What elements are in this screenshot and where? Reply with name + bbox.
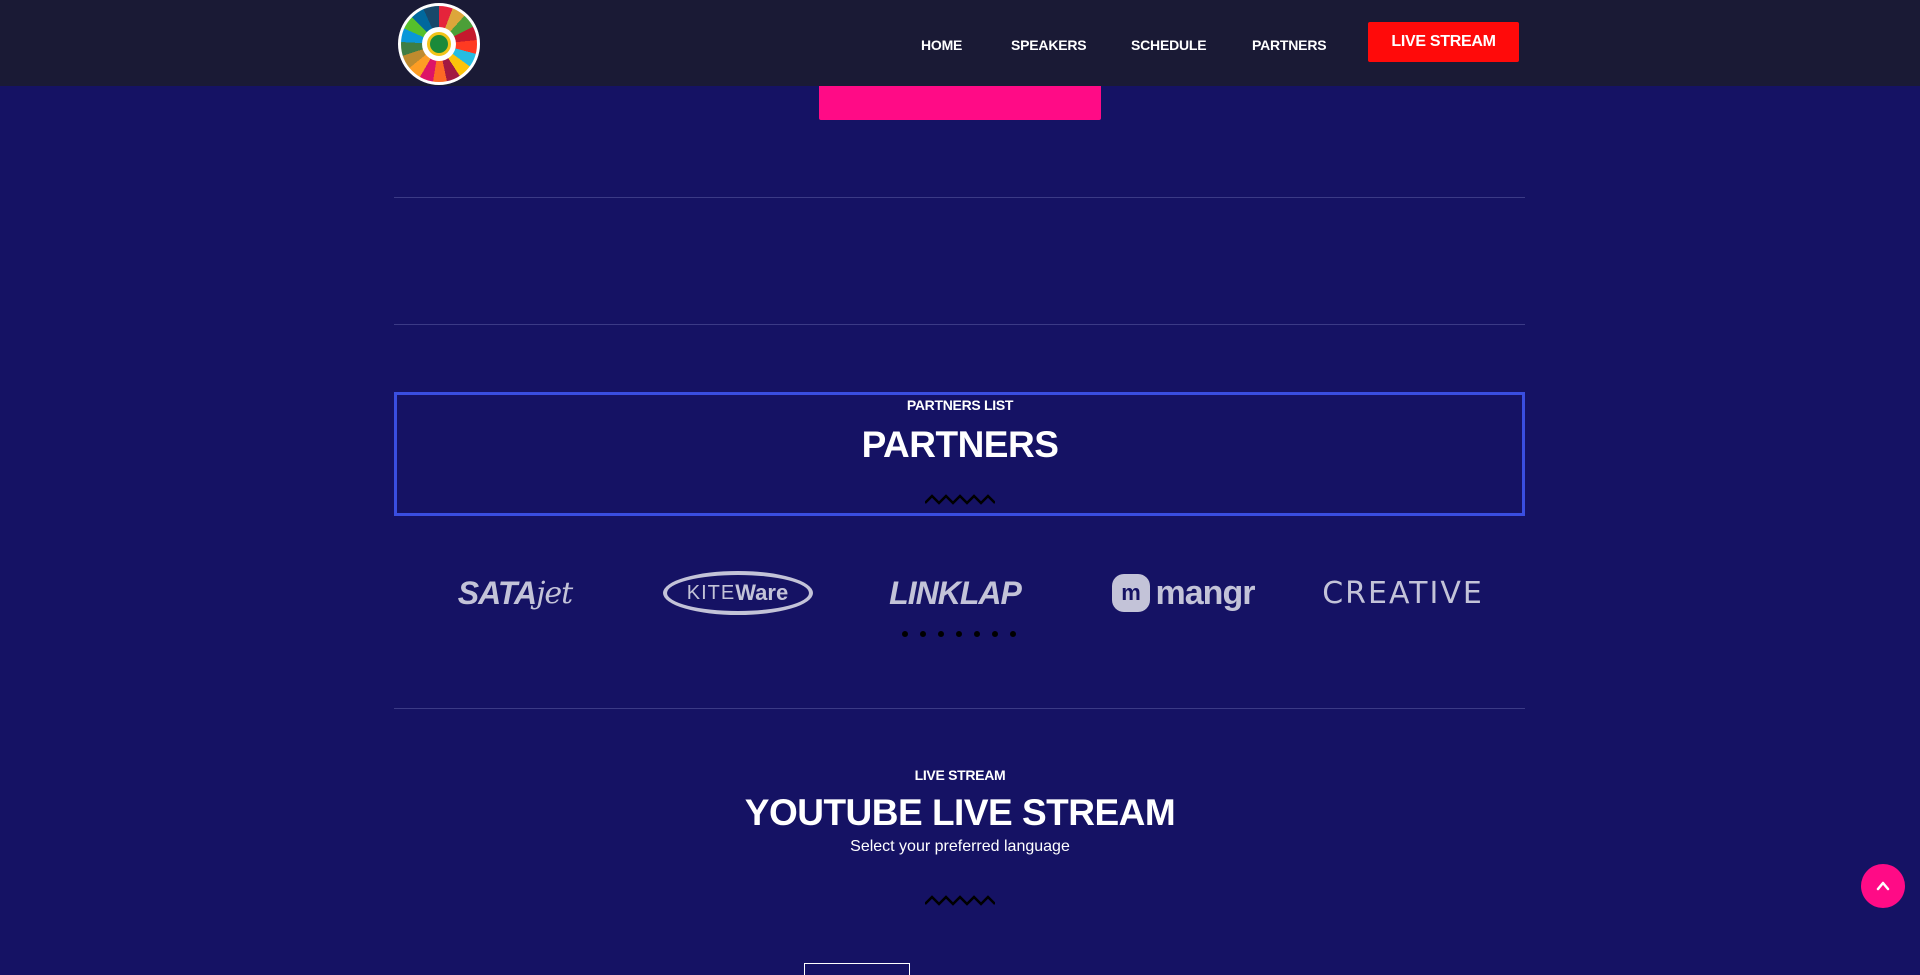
partner-logo-linklap[interactable]: LINKLAP (885, 568, 1025, 618)
carousel-dot[interactable] (956, 631, 962, 637)
nav-partners[interactable]: PARTNERS (1252, 37, 1327, 53)
section-divider (394, 197, 1525, 198)
live-stream-button[interactable]: LIVE STREAM (1368, 22, 1519, 62)
carousel-dot[interactable] (992, 631, 998, 637)
carousel-dot[interactable] (902, 631, 908, 637)
chevron-up-icon (1876, 881, 1890, 891)
mangr-wordmark: mangr (1155, 573, 1256, 612)
nav-schedule[interactable]: SCHEDULE (1131, 37, 1207, 53)
mangr-badge-icon: m (1111, 574, 1150, 612)
nav-speakers[interactable]: SPEAKERS (1011, 37, 1087, 53)
live-subtitle: Select your preferred language (850, 838, 1070, 855)
carousel-dot[interactable] (938, 631, 944, 637)
site-header: HOME SPEAKERS SCHEDULE PARTNERS LIVE STR… (0, 0, 1920, 86)
partner-logo-satajet[interactable]: SATA jet (430, 568, 600, 618)
creative-wordmark: CREATIVE (1322, 575, 1484, 611)
live-eyebrow: LIVE STREAM (914, 767, 1006, 783)
kiteware-oval: KITE Ware (662, 571, 813, 615)
kiteware-kite: KITE (686, 581, 736, 604)
scroll-top-button[interactable] (1861, 864, 1905, 908)
partner-logo-mangr[interactable]: m mangr (1108, 568, 1258, 618)
carousel-dot[interactable] (920, 631, 926, 637)
partners-title: PARTNERS (861, 424, 1059, 465)
logo-center (422, 27, 456, 61)
partner-logo-kiteware[interactable]: KITE Ware (660, 568, 815, 618)
satajet-wordmark: SATA (457, 574, 537, 611)
zigzag-icon (925, 494, 995, 505)
partners-eyebrow: PARTNERS LIST (906, 397, 1014, 413)
section-divider (394, 708, 1525, 709)
zigzag-icon (925, 895, 995, 906)
carousel-dot[interactable] (1010, 631, 1016, 637)
carousel-dots (902, 631, 1016, 637)
logo-emblem (427, 32, 451, 56)
live-title: YOUTUBE LIVE STREAM (744, 792, 1176, 833)
sdg-wheel-icon[interactable] (398, 3, 480, 85)
section-divider (394, 324, 1525, 325)
satajet-script: jet (536, 575, 573, 611)
nav-home[interactable]: HOME (921, 37, 962, 53)
kiteware-ware: Ware (735, 580, 789, 605)
language-selector[interactable] (804, 963, 910, 975)
carousel-dot[interactable] (974, 631, 980, 637)
linklap-wordmark: LINKLAP (889, 574, 1022, 611)
partner-logo-creative[interactable]: CREATIVE (1322, 568, 1482, 618)
